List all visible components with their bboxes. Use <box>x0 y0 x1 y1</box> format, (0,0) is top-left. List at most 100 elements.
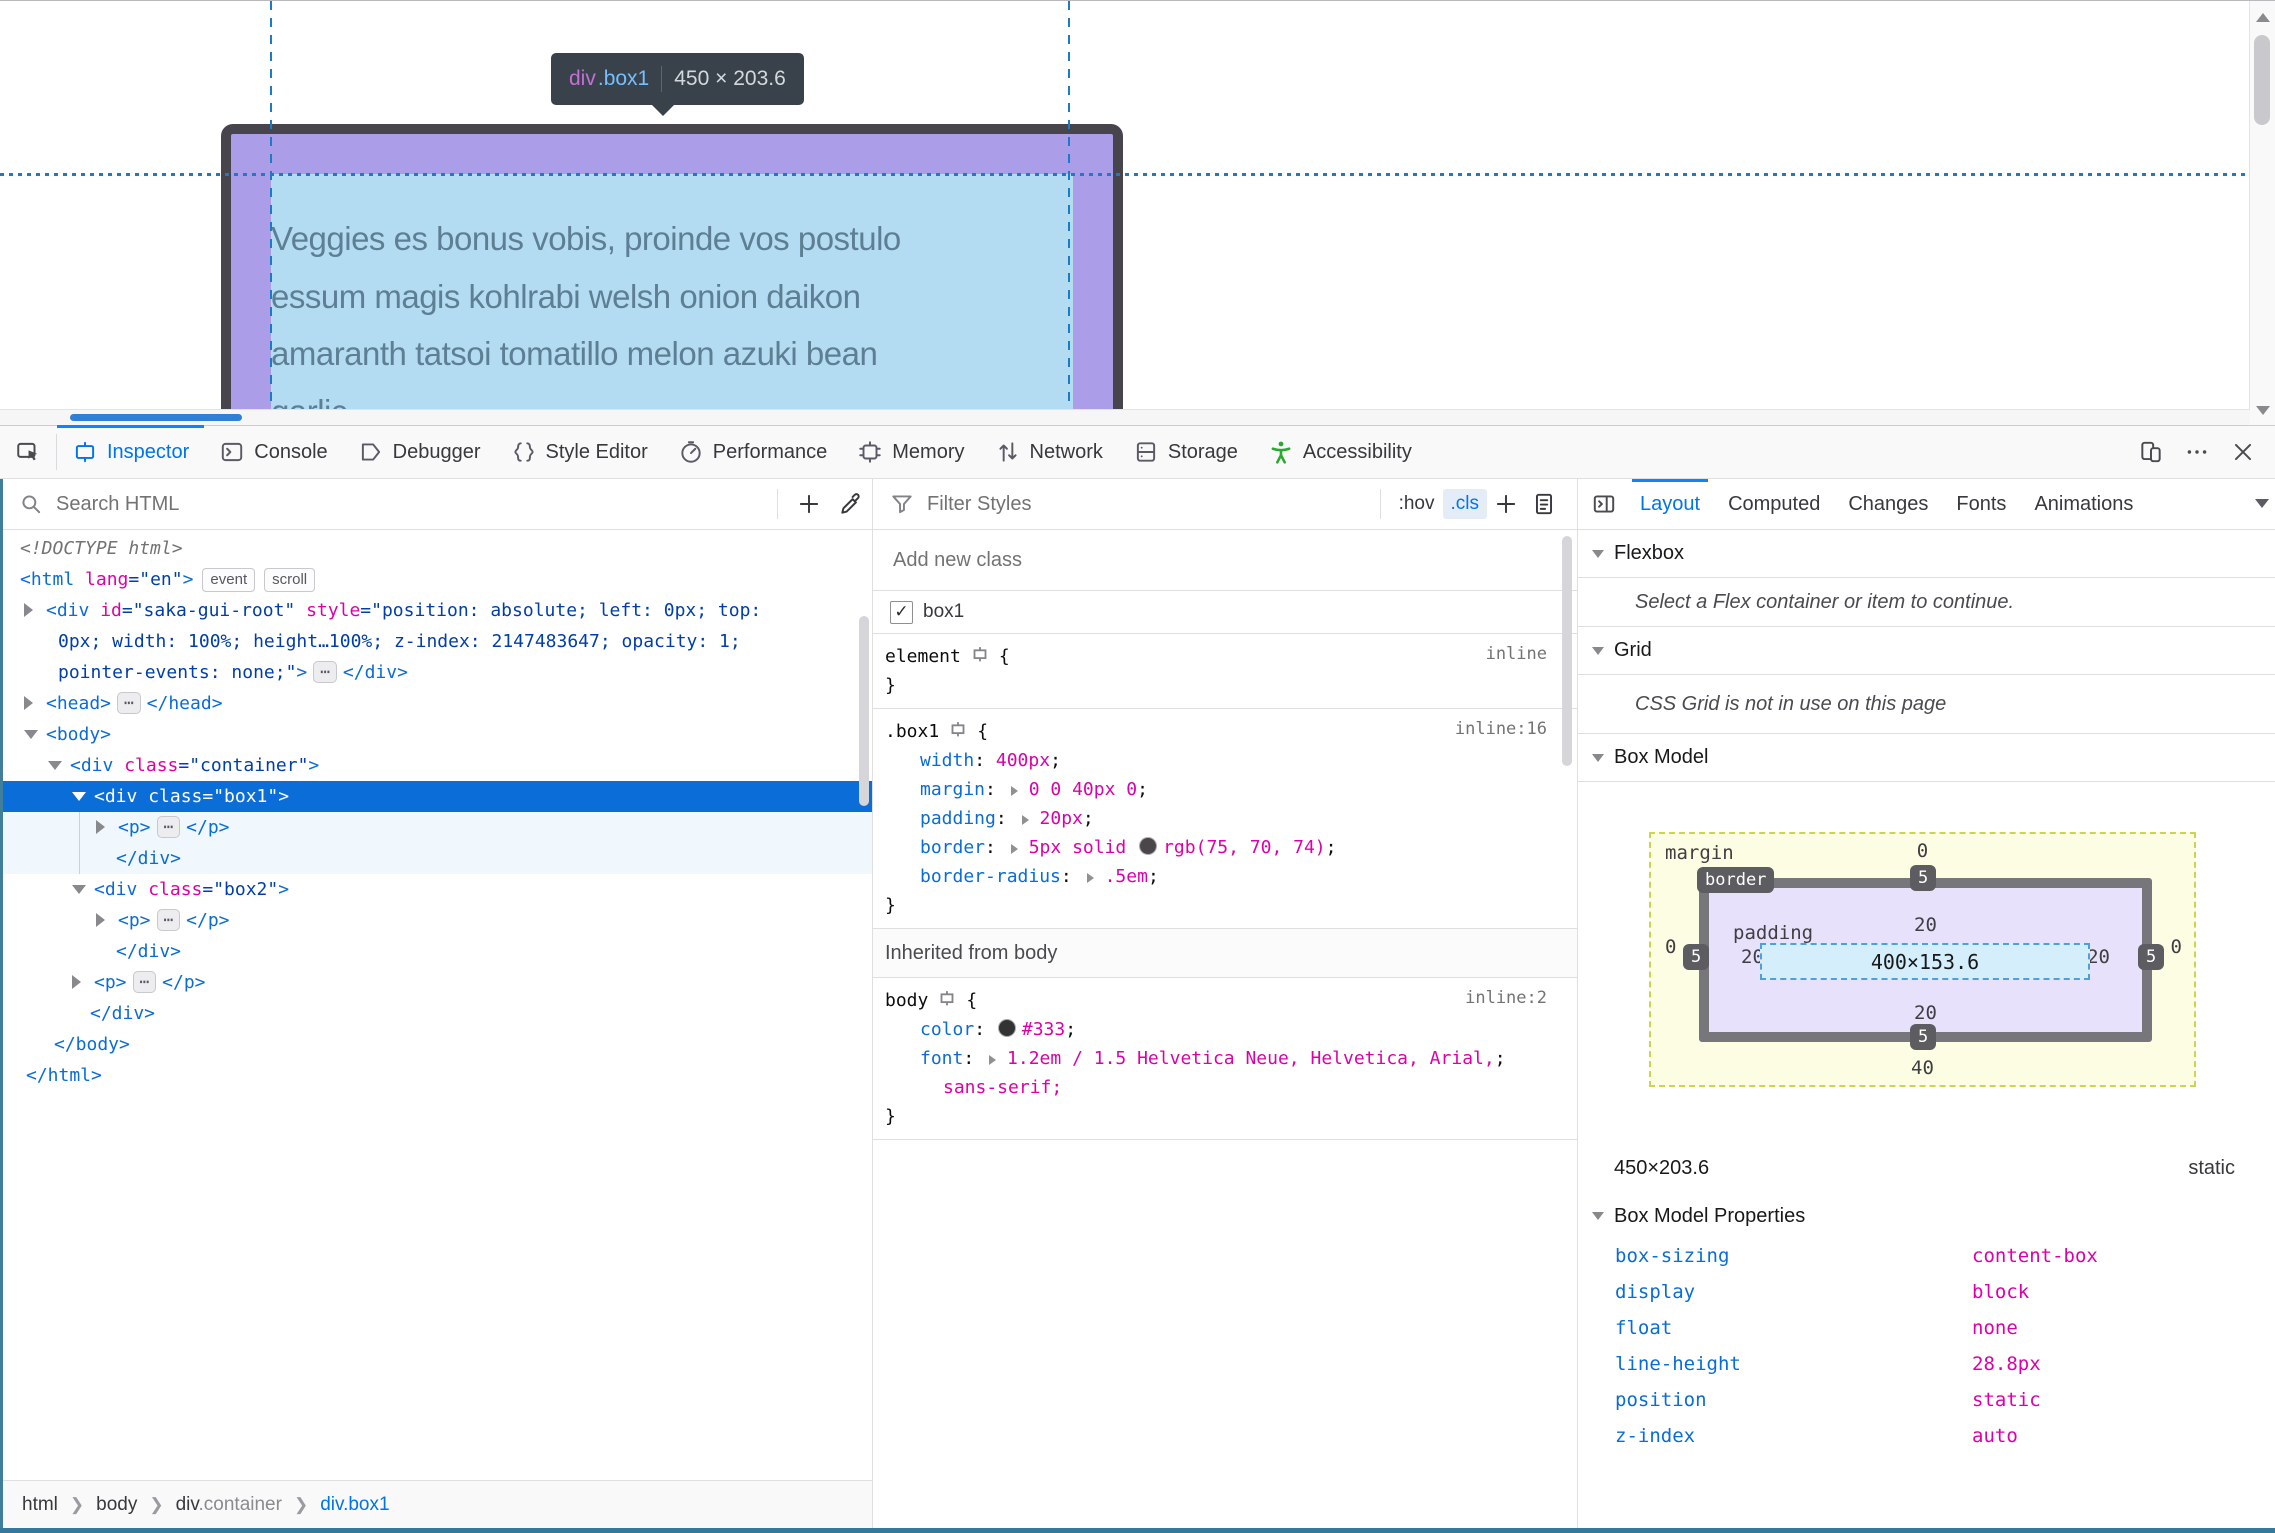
property-value[interactable]: auto <box>1972 1418 2018 1454</box>
property-value[interactable]: rgb(75, 70, 74) <box>1163 837 1326 858</box>
markup-row[interactable]: <p> ⋯ </p> <box>0 967 872 998</box>
markup-row[interactable]: 0px; width: 100%; height…100%; z-index: … <box>0 626 872 657</box>
css-declaration[interactable]: border: 5px solid rgb(75, 70, 74); <box>873 833 1577 862</box>
breadcrumb-item-html[interactable]: html <box>20 1494 60 1516</box>
box-model-properties-header[interactable]: Box Model Properties <box>1578 1194 2275 1238</box>
breadcrumb-item-div.box1[interactable]: div.box1 <box>318 1494 391 1516</box>
css-declaration[interactable]: padding: 20px; <box>873 804 1577 833</box>
tab-inspector[interactable]: Inspector <box>57 425 205 478</box>
expander-icon[interactable] <box>1010 844 1023 854</box>
color-swatch[interactable] <box>1139 837 1158 855</box>
rule-selector[interactable]: element <box>885 646 961 667</box>
css-declaration[interactable]: border-radius: .5em; <box>873 862 1577 891</box>
collapsed-ellipsis-badge[interactable]: ⋯ <box>313 661 337 683</box>
markup-row[interactable]: <div id="saka-gui-root" style="position:… <box>0 595 872 626</box>
markup-row[interactable]: </body> <box>0 1029 872 1060</box>
expander-icon[interactable] <box>1021 815 1034 825</box>
property-value[interactable]: 28.8px <box>1972 1346 2041 1382</box>
markup-scrollbar-thumb[interactable] <box>859 616 869 806</box>
css-declaration[interactable]: width: 400px; <box>873 746 1577 775</box>
panel-splitter-right[interactable] <box>1577 479 1578 1528</box>
twisty-right-icon[interactable] <box>96 820 112 834</box>
border-top-value[interactable]: 5 <box>1910 865 1937 891</box>
flexbox-section-header[interactable]: Flexbox <box>1578 530 2275 578</box>
filter-styles-input[interactable]: Filter Styles <box>927 493 1380 516</box>
property-name[interactable]: display <box>1615 1274 1695 1310</box>
property-value[interactable]: content-box <box>1972 1238 2098 1274</box>
padding-top-value[interactable]: 20 <box>1709 914 2142 936</box>
tab-style-editor[interactable]: Style Editor <box>496 426 663 478</box>
stylesheet-link[interactable]: inline:16 <box>1455 719 1547 739</box>
markup-row[interactable]: </div> <box>0 936 872 967</box>
property-name[interactable]: box-sizing <box>1615 1238 1729 1274</box>
markup-row[interactable]: <p> ⋯ </p> <box>0 905 872 936</box>
property-value[interactable]: none <box>1972 1310 2018 1346</box>
tab-layout[interactable]: Layout <box>1626 479 1714 529</box>
badge-event[interactable]: event <box>202 568 256 592</box>
eyedropper-button[interactable] <box>830 484 872 524</box>
markup-row[interactable]: </div> <box>0 843 872 874</box>
margin-right-value[interactable]: 0 <box>2171 936 2182 958</box>
tab-overflow-chevron-icon[interactable] <box>2255 499 2269 515</box>
property-name[interactable]: float <box>1615 1310 1672 1346</box>
selector-highlighter-icon[interactable] <box>947 718 969 740</box>
toggle-hover-button[interactable]: :hov <box>1391 489 1443 519</box>
collapsed-ellipsis-badge[interactable]: ⋯ <box>117 692 141 714</box>
property-name[interactable]: border-radius <box>920 866 1061 887</box>
breadcrumb-item-div.container[interactable]: div.container <box>174 1494 284 1516</box>
markup-row[interactable]: <div class="box1"> <box>0 781 872 812</box>
margin-left-value[interactable]: 0 <box>1665 936 1676 958</box>
markup-row[interactable]: </html> <box>0 1060 872 1091</box>
twisty-right-icon[interactable] <box>72 975 88 989</box>
breadcrumb-item-body[interactable]: body <box>94 1494 139 1516</box>
border-left-value[interactable]: 5 <box>1683 944 1710 970</box>
twisty-right-icon[interactable] <box>96 913 112 927</box>
stylesheet-link[interactable]: inline <box>1486 644 1547 664</box>
scroll-down-arrow-icon[interactable] <box>2256 406 2270 415</box>
tab-computed[interactable]: Computed <box>1714 479 1834 529</box>
markup-row[interactable]: <p> ⋯ </p> <box>0 812 872 843</box>
property-name[interactable]: border <box>920 837 985 858</box>
panel-splitter-left[interactable] <box>872 479 873 1528</box>
padding-bottom-value[interactable]: 20 <box>1709 1002 2142 1024</box>
responsive-mode-button[interactable] <box>2131 432 2171 472</box>
property-name[interactable]: padding <box>920 808 996 829</box>
add-rule-button[interactable] <box>1487 485 1525 523</box>
property-name[interactable]: position <box>1615 1382 1707 1418</box>
css-declaration[interactable]: font: 1.2em / 1.5 Helvetica Neue, Helvet… <box>873 1044 1577 1073</box>
collapsed-ellipsis-badge[interactable]: ⋯ <box>156 816 181 838</box>
rules-scrollbar-thumb[interactable] <box>1562 536 1572 766</box>
twisty-right-icon[interactable] <box>24 696 40 710</box>
property-name[interactable]: margin <box>920 779 985 800</box>
meatball-menu-button[interactable] <box>2177 432 2217 472</box>
box-model-content-region[interactable]: 400×153.6 <box>1760 943 2090 980</box>
tab-changes[interactable]: Changes <box>1834 479 1942 529</box>
color-swatch[interactable] <box>997 1019 1016 1037</box>
expander-icon[interactable] <box>1086 873 1099 883</box>
tab-fonts[interactable]: Fonts <box>1942 479 2020 529</box>
property-value-wrap[interactable]: sans-serif; <box>873 1073 1577 1102</box>
twisty-right-icon[interactable] <box>24 603 40 617</box>
class-checkbox[interactable]: ✓ <box>890 600 913 624</box>
markup-row[interactable]: <div class="container"> <box>0 750 872 781</box>
css-declaration[interactable]: color: #333; <box>873 1015 1577 1044</box>
box-model-margin-region[interactable]: margin 0 40 0 0 padding 20 20 20 20 bord… <box>1649 832 2196 1087</box>
box-model-section-header[interactable]: Box Model <box>1578 734 2275 782</box>
selector-highlighter-icon[interactable] <box>969 643 991 665</box>
selector-highlighter-icon[interactable] <box>936 987 958 1009</box>
vertical-scrollbar-thumb[interactable] <box>2254 35 2270 125</box>
scroll-up-arrow-icon[interactable] <box>2256 13 2270 22</box>
markup-row[interactable]: pointer-events: none;"> ⋯ </div> <box>0 657 872 688</box>
property-name[interactable]: line-height <box>1615 1346 1741 1382</box>
tab-performance[interactable]: Performance <box>663 426 843 478</box>
grid-section-header[interactable]: Grid <box>1578 627 2275 675</box>
print-simulation-button[interactable] <box>1525 485 1563 523</box>
markup-row[interactable]: <html lang="en"> event scroll <box>0 564 872 595</box>
twisty-down-icon[interactable] <box>24 730 38 746</box>
twisty-down-icon[interactable] <box>48 761 62 777</box>
property-value[interactable]: 400px <box>996 750 1050 771</box>
sidebar-toggle-button[interactable] <box>1582 479 1626 529</box>
node-picker-button[interactable] <box>0 426 56 478</box>
property-value[interactable]: .5em <box>1105 866 1148 887</box>
margin-top-value[interactable]: 0 <box>1651 840 2194 862</box>
